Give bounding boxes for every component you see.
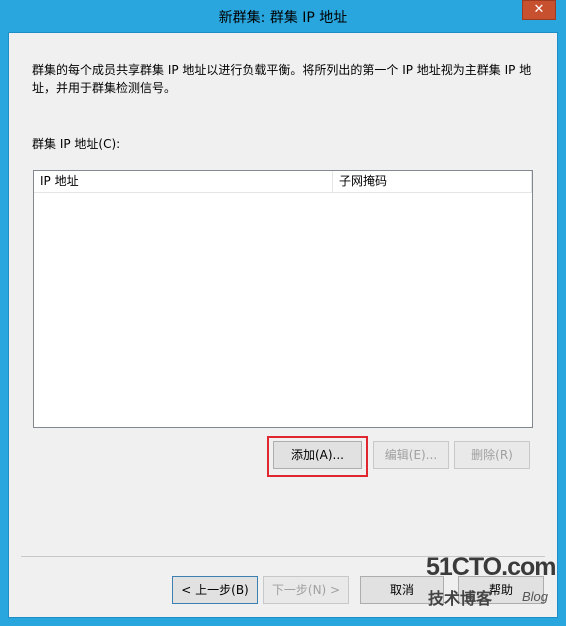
footer-separator (21, 556, 545, 557)
edit-button[interactable]: 编辑(E)... (373, 441, 449, 469)
list-header: IP 地址 子网掩码 (34, 171, 532, 193)
cluster-ip-listview[interactable]: IP 地址 子网掩码 (33, 170, 533, 428)
back-button[interactable]: < 上一步(B) (172, 576, 258, 604)
description-text: 群集的每个成员共享群集 IP 地址以进行负载平衡。将所列出的第一个 IP 地址视… (32, 63, 532, 95)
cluster-ip-list-label: 群集 IP 地址(C): (32, 137, 121, 151)
cancel-button[interactable]: 取消 (360, 576, 444, 604)
column-header-ip[interactable]: IP 地址 (34, 171, 333, 192)
next-button[interactable]: 下一步(N) > (263, 576, 349, 604)
window-title: 新群集: 群集 IP 地址 (218, 10, 348, 26)
dialog-window: 新群集: 群集 IP 地址 ✕ 群集的每个成员共享群集 IP 地址以进行负载平衡… (0, 0, 566, 626)
dialog-client-area: 群集的每个成员共享群集 IP 地址以进行负载平衡。将所列出的第一个 IP 地址视… (8, 32, 558, 618)
add-button[interactable]: 添加(A)... (273, 441, 362, 469)
column-header-subnet[interactable]: 子网掩码 (333, 171, 532, 192)
delete-button[interactable]: 删除(R) (454, 441, 530, 469)
title-bar: 新群集: 群集 IP 地址 ✕ (0, 0, 566, 32)
close-button[interactable]: ✕ (522, 0, 556, 20)
help-button[interactable]: 帮助 (458, 576, 544, 604)
close-icon: ✕ (533, 2, 545, 17)
